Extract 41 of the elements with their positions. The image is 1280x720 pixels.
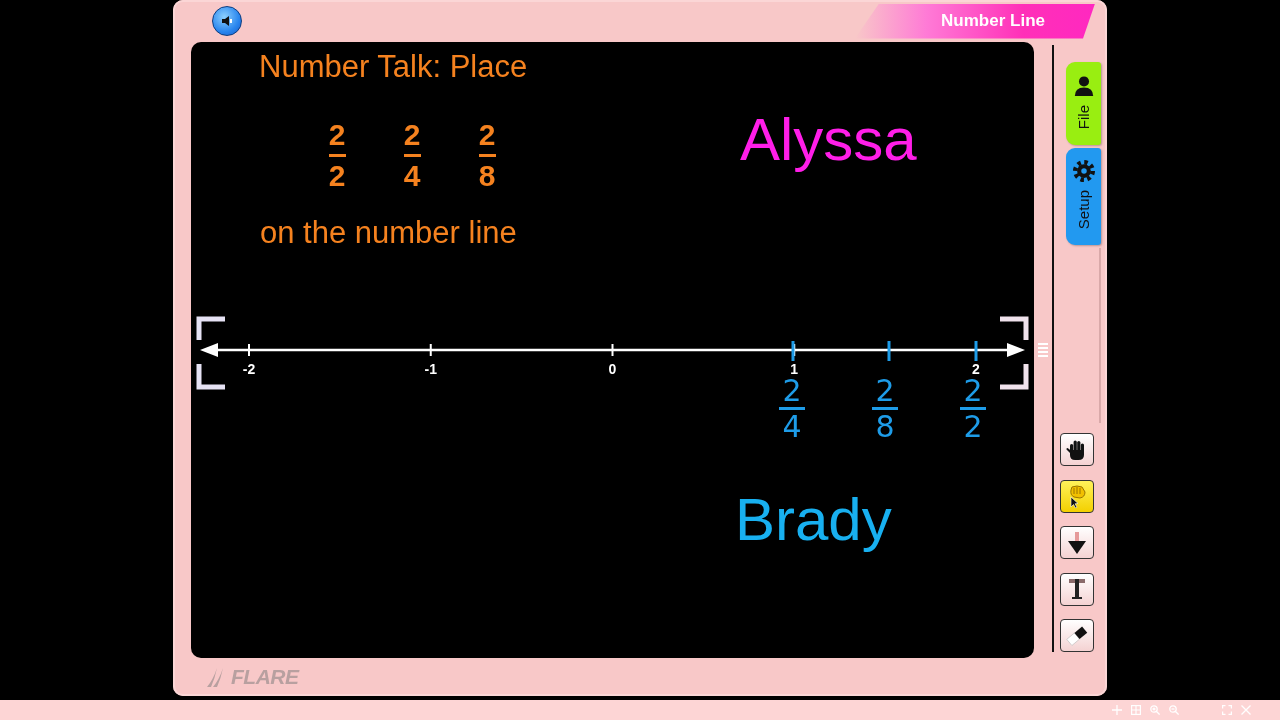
fraction-denominator: 4 (403, 161, 421, 191)
pen-tick-icon (974, 341, 978, 361)
person-icon (1072, 75, 1095, 97)
handwritten-numerator: 2 (782, 377, 802, 405)
fraction-denominator: 8 (478, 161, 496, 191)
bracket-icon[interactable] (1000, 316, 1029, 390)
tick-label: -1 (423, 362, 438, 376)
settings-icon (1072, 160, 1095, 182)
title-banner: Number Line (855, 3, 1095, 39)
tick-label: 1 (789, 362, 800, 376)
eraser-tool-button[interactable] (1060, 619, 1094, 652)
hand-tool-button[interactable] (1060, 433, 1094, 466)
student-name: Alyssa (740, 105, 917, 175)
bracket-icon[interactable] (196, 316, 225, 390)
orb-button[interactable] (212, 6, 242, 36)
caption-text: on the number line (260, 214, 517, 252)
handwritten-numerator: 2 (875, 377, 895, 405)
pen-tick-icon (887, 341, 891, 361)
fraction-denominator: 2 (328, 161, 346, 191)
fraction-numerator: 2 (478, 120, 496, 150)
down-arrow-icon (1065, 530, 1089, 555)
handwritten-denominator: 2 (963, 413, 983, 441)
handwritten-denominator: 4 (782, 413, 802, 441)
speaker-icon (221, 15, 233, 27)
pointer-tool-button[interactable] (1060, 479, 1094, 513)
tick-label: 0 (607, 362, 618, 376)
pen-tick-icon (791, 341, 795, 361)
side-tab[interactable]: File (1066, 62, 1101, 145)
side-tab[interactable]: Setup (1066, 148, 1101, 245)
brand-logo-text: FLARE (231, 665, 299, 689)
drag-handle-icon[interactable] (1038, 343, 1048, 357)
tick-label: 2 (971, 362, 981, 376)
handwritten-numerator: 2 (963, 377, 983, 405)
handwritten-denominator: 8 (875, 413, 895, 441)
arrow-tool-button[interactable] (1060, 526, 1094, 559)
fraction-numerator: 2 (328, 120, 346, 150)
student-name: Brady (735, 485, 892, 555)
tick-label: -2 (241, 362, 257, 376)
text-tool-button[interactable] (1060, 572, 1094, 606)
fraction-numerator: 2 (403, 120, 421, 150)
heading-text: Number Talk: Place (259, 48, 528, 86)
